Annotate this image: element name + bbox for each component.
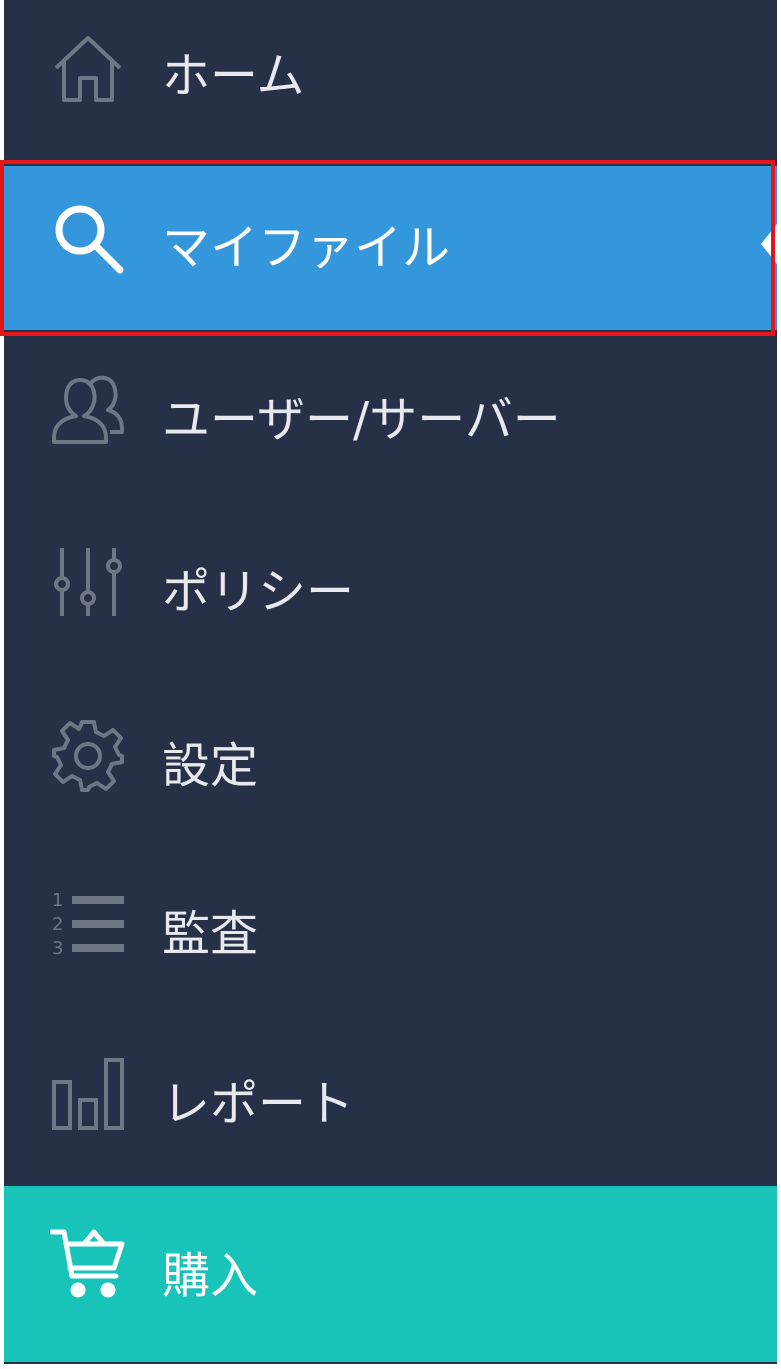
gear-icon [50, 718, 126, 794]
sidebar-item-label: マイファイル [162, 220, 451, 276]
svg-text:2: 2 [52, 914, 63, 935]
sidebar-nav: ホーム マイファイル ユーザー/サーバー ポリシー 設定 1 2 3 監査 レポ… [0, 0, 777, 1364]
users-icon [50, 372, 126, 448]
sidebar-item-audit[interactable]: 1 2 3 監査 [4, 850, 777, 1020]
cart-icon [50, 1226, 126, 1302]
sidebar-item-home[interactable]: ホーム [4, 0, 777, 160]
svg-text:3: 3 [52, 938, 63, 959]
numbered-list-icon: 1 2 3 [50, 884, 126, 960]
sliders-icon [50, 544, 126, 620]
sidebar-item-users-servers[interactable]: ユーザー/サーバー [4, 336, 777, 506]
sidebar-item-my-files[interactable]: マイファイル [4, 166, 777, 330]
svg-text:1: 1 [52, 890, 63, 911]
sidebar-item-label: ユーザー/サーバー [162, 392, 561, 448]
sidebar-item-reports[interactable]: レポート [4, 1020, 777, 1186]
sidebar-item-label: ホーム [162, 48, 305, 104]
sidebar-item-label: 設定 [162, 738, 259, 794]
search-icon [50, 200, 126, 276]
sidebar-item-label: ポリシー [162, 564, 355, 620]
sidebar-item-label: 購入 [162, 1248, 259, 1304]
sidebar-item-purchase[interactable]: 購入 [4, 1186, 777, 1362]
home-icon [50, 32, 126, 108]
sidebar-item-label: 監査 [162, 906, 259, 962]
sidebar-item-policy[interactable]: ポリシー [4, 506, 777, 678]
active-indicator [761, 224, 777, 264]
sidebar-item-label: レポート [162, 1076, 355, 1132]
sidebar-item-settings[interactable]: 設定 [4, 678, 777, 850]
bar-chart-icon [50, 1056, 126, 1132]
